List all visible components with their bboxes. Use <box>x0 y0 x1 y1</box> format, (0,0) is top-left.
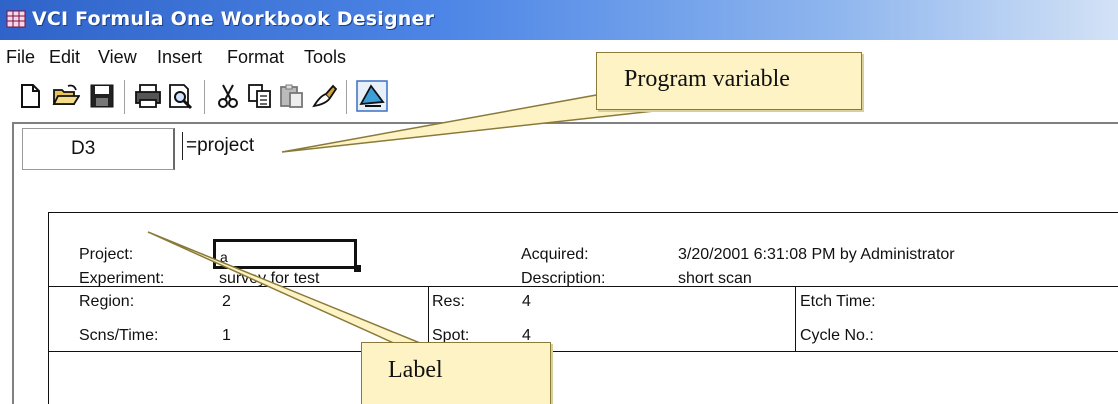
menu-bar: File Edit View Insert Format Tools <box>0 40 1118 76</box>
acquired-label: Acquired: <box>521 246 589 263</box>
designer-mode-icon[interactable] <box>356 80 388 112</box>
selected-cell[interactable] <box>213 239 357 269</box>
experiment-label: Experiment: <box>79 270 165 287</box>
region-value[interactable]: 2 <box>222 293 231 311</box>
copy-icon[interactable] <box>246 82 274 110</box>
toolbar-separator <box>124 80 128 114</box>
formula-divider <box>182 132 183 160</box>
acquired-value[interactable]: 3/20/2001 6:31:08 PM by Administrator <box>678 246 955 264</box>
cycle-no-label: Cycle No.: <box>800 327 874 344</box>
format-painter-icon[interactable] <box>310 82 338 110</box>
formula-bar: D3 =project <box>12 122 1118 178</box>
app-window: VCI Formula One Workbook Designer File E… <box>0 0 1118 404</box>
new-document-icon[interactable] <box>16 82 44 110</box>
description-label: Description: <box>521 270 606 287</box>
menu-file[interactable]: File <box>6 47 35 68</box>
project-label: Project: <box>79 246 134 263</box>
menu-format[interactable]: Format <box>227 47 284 68</box>
menu-edit[interactable]: Edit <box>49 47 80 68</box>
save-icon[interactable] <box>88 82 116 110</box>
fill-handle[interactable] <box>354 265 361 272</box>
label-callout-text: Label <box>388 357 443 383</box>
formula-input[interactable]: =project <box>186 135 254 157</box>
toolbar-separator <box>204 80 208 114</box>
scns-time-label: Scns/Time: <box>79 327 159 344</box>
res-value[interactable]: 4 <box>522 293 531 311</box>
open-folder-icon[interactable] <box>52 82 80 110</box>
cell-reference-box[interactable]: D3 <box>22 128 175 170</box>
etch-time-label: Etch Time: <box>800 293 876 310</box>
menu-tools[interactable]: Tools <box>304 47 346 68</box>
print-icon[interactable] <box>134 82 162 110</box>
cell-reference: D3 <box>71 138 96 159</box>
toolbar-separator <box>346 80 350 114</box>
program-variable-callout: Program variable <box>596 52 862 110</box>
window-title: VCI Formula One Workbook Designer <box>32 8 435 30</box>
app-grid-icon <box>6 10 26 28</box>
print-preview-icon[interactable] <box>166 82 194 110</box>
res-label: Res: <box>432 293 465 310</box>
worksheet-grid <box>48 212 1118 404</box>
region-label: Region: <box>79 293 135 310</box>
title-bar: VCI Formula One Workbook Designer <box>0 0 1118 40</box>
description-value[interactable]: short scan <box>678 270 752 288</box>
menu-view[interactable]: View <box>98 47 137 68</box>
paste-icon[interactable] <box>278 82 306 110</box>
toolbar <box>0 76 1118 118</box>
experiment-value[interactable]: survey for test <box>219 270 319 288</box>
label-callout: Label <box>361 342 551 404</box>
scns-time-value[interactable]: 1 <box>222 327 231 345</box>
grid-line <box>795 286 796 351</box>
program-variable-text: Program variable <box>624 66 790 92</box>
grid-line <box>48 351 1118 352</box>
menu-insert[interactable]: Insert <box>157 47 202 68</box>
cut-icon[interactable] <box>214 82 242 110</box>
